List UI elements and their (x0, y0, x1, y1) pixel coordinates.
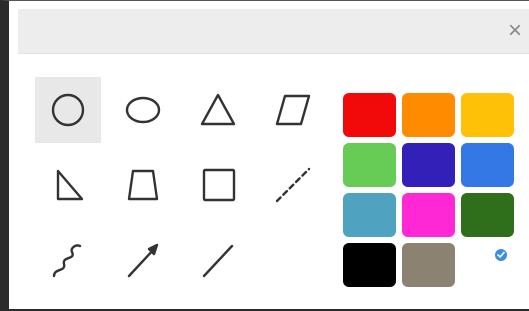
tool-triangle[interactable] (185, 77, 251, 143)
selected-check-icon (495, 249, 507, 261)
tool-ellipse[interactable] (110, 77, 176, 143)
parallelogram-icon (275, 94, 311, 126)
color-swatch[interactable] (343, 193, 396, 237)
tool-right-triangle[interactable] (35, 152, 101, 218)
color-swatch[interactable] (343, 243, 396, 287)
color-swatch[interactable] (461, 143, 514, 187)
freehand-wave-icon (52, 244, 82, 278)
dialog-titlebar: × (18, 9, 529, 54)
square-icon (202, 168, 236, 202)
circle-icon (51, 93, 85, 127)
color-swatch[interactable] (402, 143, 455, 187)
dashed-line-icon (275, 167, 311, 203)
right-triangle-icon (56, 169, 84, 201)
arrow-icon (127, 243, 159, 278)
tool-circle[interactable] (35, 77, 101, 143)
tool-line[interactable] (185, 227, 251, 293)
tool-trapezoid[interactable] (110, 152, 176, 218)
color-swatch[interactable] (461, 93, 514, 137)
tool-arrow[interactable] (110, 227, 176, 293)
color-swatch[interactable] (461, 193, 514, 237)
trapezoid-icon (127, 169, 159, 201)
color-swatch[interactable] (402, 193, 455, 237)
triangle-icon (200, 93, 236, 126)
tool-square[interactable] (185, 152, 251, 218)
color-swatch[interactable] (343, 143, 396, 187)
tool-parallelogram[interactable] (260, 77, 326, 143)
close-button[interactable]: × (500, 14, 529, 48)
color-swatch[interactable] (343, 93, 396, 137)
ellipse-icon (125, 96, 161, 124)
tool-dashed-line[interactable] (260, 152, 326, 218)
color-swatch[interactable] (402, 93, 455, 137)
tool-freehand[interactable] (35, 227, 101, 293)
line-icon (202, 244, 234, 278)
color-swatch[interactable] (402, 243, 455, 287)
